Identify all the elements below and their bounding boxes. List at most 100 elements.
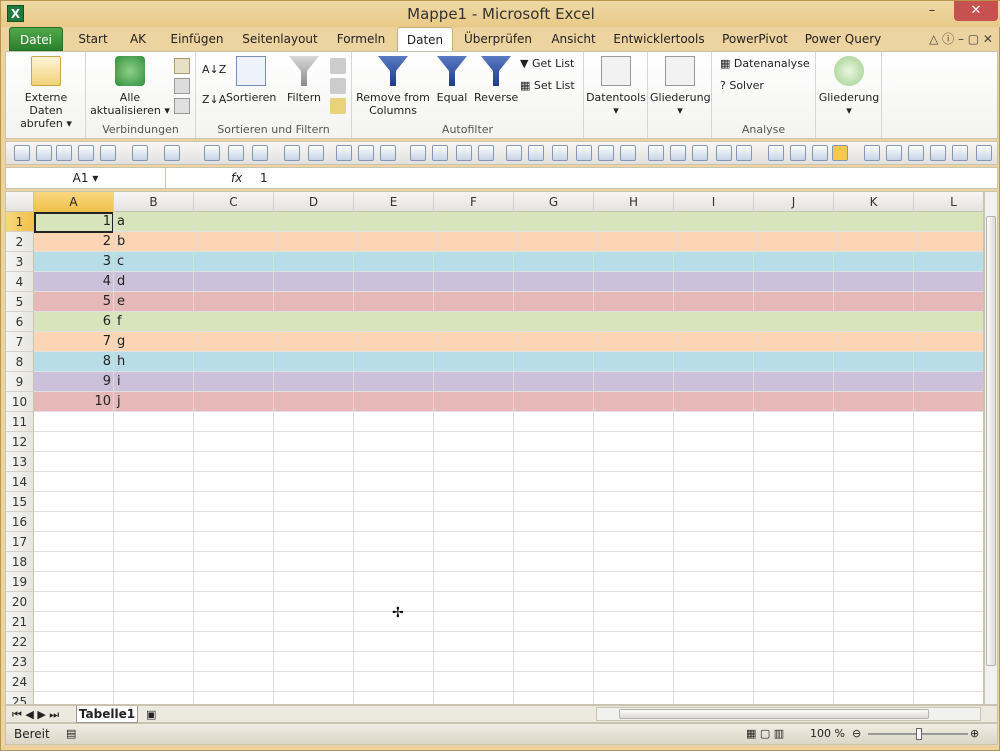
set-list-button[interactable]: ▦ Set List — [520, 78, 575, 94]
cell-b[interactable] — [114, 652, 194, 672]
row-header[interactable]: 14 — [6, 472, 34, 492]
highlight-icon[interactable] — [832, 145, 848, 161]
tab-entwicklertools[interactable]: Entwicklertools — [612, 27, 706, 51]
row-header[interactable]: 2 — [6, 232, 34, 252]
row-cells[interactable] — [34, 412, 983, 432]
view-normal-icon[interactable]: ▦ ▢ ▥ — [746, 726, 784, 742]
row-header[interactable]: 25 — [6, 692, 34, 704]
paste-icon[interactable] — [284, 145, 300, 161]
datenanalyse-button[interactable]: ▦ Datenanalyse — [720, 56, 810, 72]
cell-b[interactable] — [114, 632, 194, 652]
list-icon[interactable] — [908, 145, 924, 161]
gliederung-button[interactable]: Gliederung ▾ — [650, 56, 711, 117]
minimize-button[interactable]: – — [919, 1, 945, 21]
save-as-icon[interactable] — [100, 145, 116, 161]
cell-b[interactable] — [114, 572, 194, 592]
row-header[interactable]: 10 — [6, 392, 34, 412]
format-painter-icon[interactable] — [308, 145, 324, 161]
cell-b[interactable] — [114, 672, 194, 692]
row-cells[interactable] — [34, 632, 983, 652]
new-sheet-icon[interactable]: ▣ — [146, 707, 156, 723]
column-header-d[interactable]: D — [274, 192, 354, 212]
print-icon[interactable] — [204, 145, 220, 161]
row-header[interactable]: 12 — [6, 432, 34, 452]
row-cells[interactable] — [34, 672, 983, 692]
fx-icon[interactable]: fx — [231, 168, 251, 188]
select-icon[interactable] — [648, 145, 664, 161]
tab-ansicht[interactable]: Ansicht — [546, 27, 601, 51]
autofilter-icon[interactable] — [380, 145, 396, 161]
cell-a[interactable]: 5 — [34, 292, 114, 312]
grid-4-icon[interactable] — [736, 145, 752, 161]
zoom-icon[interactable] — [952, 145, 968, 161]
row-cells[interactable] — [34, 592, 983, 612]
tab-power-query[interactable]: Power Query — [803, 27, 883, 51]
column-header-g[interactable]: G — [514, 192, 594, 212]
cell-b[interactable] — [114, 592, 194, 612]
filter-2-icon[interactable] — [432, 145, 448, 161]
cell-a[interactable] — [34, 632, 114, 652]
zoom-out-icon[interactable]: ⊖ — [852, 726, 861, 742]
filter-4-icon[interactable] — [478, 145, 494, 161]
row-cells[interactable] — [34, 652, 983, 672]
row-header[interactable]: 11 — [6, 412, 34, 432]
row-cells[interactable]: 3c — [34, 252, 983, 272]
cell-a[interactable] — [34, 612, 114, 632]
cell-a[interactable] — [34, 672, 114, 692]
column-header-f[interactable]: F — [434, 192, 514, 212]
cell-a[interactable] — [34, 692, 114, 704]
new-icon[interactable] — [14, 145, 30, 161]
cell-b[interactable]: a — [114, 212, 194, 232]
tab-daten[interactable]: Daten — [397, 27, 453, 51]
row-cells[interactable] — [34, 572, 983, 592]
cell-b[interactable]: g — [114, 332, 194, 352]
cell-a[interactable] — [34, 652, 114, 672]
sheet-nav-arrows[interactable]: ⏮ ◀ ▶ ⏭ — [12, 707, 59, 723]
external-data-button[interactable]: Externe Daten abrufen ▾ — [8, 56, 84, 130]
lock-icon[interactable] — [864, 145, 880, 161]
copy-icon[interactable] — [252, 145, 268, 161]
tab-powerpivot[interactable]: PowerPivot — [716, 27, 794, 51]
mail-icon[interactable] — [812, 145, 828, 161]
close-button[interactable]: ✕ — [954, 1, 998, 21]
filter-3-icon[interactable] — [456, 145, 472, 161]
save-icon[interactable] — [78, 145, 94, 161]
more-icon[interactable] — [976, 145, 992, 161]
zoom-slider[interactable] — [868, 728, 968, 740]
name-box[interactable]: A1 ▾ — [6, 168, 166, 188]
open-icon[interactable] — [36, 145, 52, 161]
properties-icon[interactable] — [174, 78, 190, 94]
column-header-b[interactable]: B — [114, 192, 194, 212]
zoom-slider-thumb[interactable] — [916, 728, 922, 740]
connections-icon[interactable] — [174, 58, 190, 74]
cell-a[interactable]: 2 — [34, 232, 114, 252]
tab-start[interactable]: Start — [73, 27, 113, 51]
row-cells[interactable] — [34, 432, 983, 452]
cell-b[interactable] — [114, 552, 194, 572]
tree-icon[interactable] — [930, 145, 946, 161]
row-cells[interactable] — [34, 552, 983, 572]
equal-button[interactable]: Equal — [432, 56, 472, 104]
filter-1-icon[interactable] — [410, 145, 426, 161]
settings-icon[interactable] — [886, 145, 902, 161]
cell-a[interactable] — [34, 512, 114, 532]
cell-b[interactable] — [114, 452, 194, 472]
row-header[interactable]: 19 — [6, 572, 34, 592]
row-header[interactable]: 15 — [6, 492, 34, 512]
row-cells[interactable]: 6f — [34, 312, 983, 332]
cell-b[interactable]: c — [114, 252, 194, 272]
cell-b[interactable] — [114, 692, 194, 704]
group-2-icon[interactable] — [528, 145, 544, 161]
open-folder-icon[interactable] — [56, 145, 72, 161]
cell-a[interactable] — [34, 472, 114, 492]
column-header-j[interactable]: J — [754, 192, 834, 212]
row-cells[interactable] — [34, 472, 983, 492]
cell-b[interactable]: d — [114, 272, 194, 292]
select-all-corner[interactable] — [6, 192, 34, 212]
cell-a[interactable] — [34, 552, 114, 572]
remove-2-icon[interactable] — [598, 145, 614, 161]
sort-za-icon[interactable]: Z↓A — [202, 92, 226, 108]
reverse-button[interactable]: Reverse — [474, 56, 518, 104]
row-cells[interactable]: 10 j — [34, 392, 983, 412]
grid-3-icon[interactable] — [716, 145, 732, 161]
